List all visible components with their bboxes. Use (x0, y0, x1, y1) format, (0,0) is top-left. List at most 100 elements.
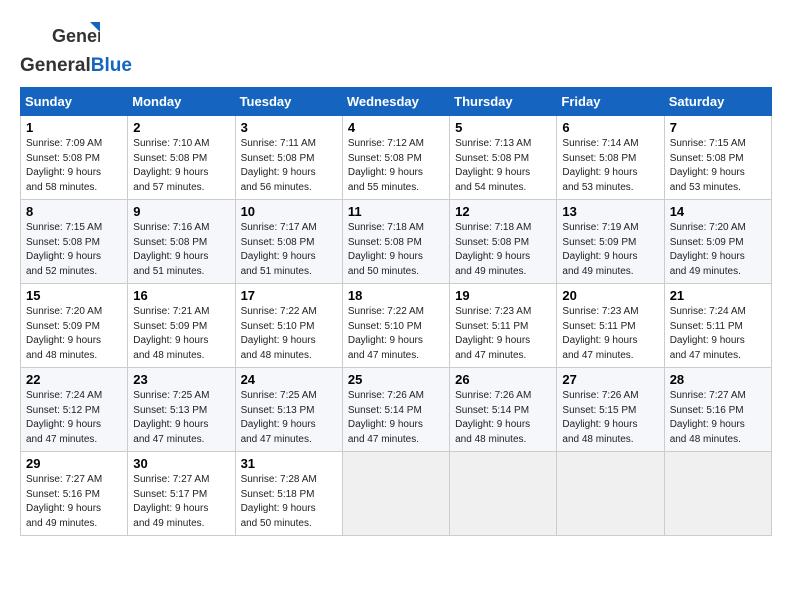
calendar-cell: 21 Sunrise: 7:24 AM Sunset: 5:11 PM Dayli… (664, 284, 771, 368)
day-info: Sunrise: 7:22 AM Sunset: 5:10 PM Dayligh… (241, 305, 337, 363)
calendar-cell: 7 Sunrise: 7:15 AM Sunset: 5:08 PM Daylig… (664, 116, 771, 200)
calendar-cell: 1Sunrise: 7:09 AM Sunset: 5:08 PM Daylig… (21, 116, 128, 200)
weekday-header-sunday: Sunday (21, 88, 128, 116)
calendar-header: SundayMondayTuesdayWednesdayThursdayFrid… (21, 88, 772, 116)
day-info: Sunrise: 7:26 AM Sunset: 5:14 PM Dayligh… (348, 389, 444, 447)
calendar-cell (557, 452, 664, 536)
calendar-cell: 27 Sunrise: 7:26 AM Sunset: 5:15 PM Dayli… (557, 368, 664, 452)
day-number: 13 (562, 204, 658, 219)
day-info: Sunrise: 7:18 AM Sunset: 5:08 PM Dayligh… (348, 221, 444, 279)
page-header: General GeneralBlue (20, 20, 772, 77)
calendar-cell: 20 Sunrise: 7:23 AM Sunset: 5:11 PM Dayli… (557, 284, 664, 368)
day-info: Sunrise: 7:15 AM Sunset: 5:08 PM Dayligh… (26, 221, 122, 279)
calendar-week-row: 29 Sunrise: 7:27 AM Sunset: 5:16 PM Dayli… (21, 452, 772, 536)
day-info: Sunrise: 7:10 AM Sunset: 5:08 PM Dayligh… (133, 137, 229, 195)
day-number: 31 (241, 456, 337, 471)
day-info: Sunrise: 7:14 AM Sunset: 5:08 PM Dayligh… (562, 137, 658, 195)
day-info: Sunrise: 7:27 AM Sunset: 5:17 PM Dayligh… (133, 473, 229, 531)
calendar-cell: 18Sunrise: 7:22 AM Sunset: 5:10 PM Dayli… (342, 284, 449, 368)
calendar-cell: 17 Sunrise: 7:22 AM Sunset: 5:10 PM Dayli… (235, 284, 342, 368)
day-info: Sunrise: 7:13 AM Sunset: 5:08 PM Dayligh… (455, 137, 551, 195)
day-info: Sunrise: 7:27 AM Sunset: 5:16 PM Dayligh… (26, 473, 122, 531)
day-info: Sunrise: 7:09 AM Sunset: 5:08 PM Dayligh… (26, 137, 122, 195)
day-info: Sunrise: 7:21 AM Sunset: 5:09 PM Dayligh… (133, 305, 229, 363)
weekday-header-friday: Friday (557, 88, 664, 116)
calendar-cell: 29 Sunrise: 7:27 AM Sunset: 5:16 PM Dayli… (21, 452, 128, 536)
calendar-week-row: 8 Sunrise: 7:15 AM Sunset: 5:08 PM Daylig… (21, 200, 772, 284)
day-info: Sunrise: 7:11 AM Sunset: 5:08 PM Dayligh… (241, 137, 337, 195)
day-number: 11 (348, 204, 444, 219)
day-info: Sunrise: 7:26 AM Sunset: 5:15 PM Dayligh… (562, 389, 658, 447)
calendar-cell: 8 Sunrise: 7:15 AM Sunset: 5:08 PM Daylig… (21, 200, 128, 284)
calendar-cell: 10 Sunrise: 7:17 AM Sunset: 5:08 PM Dayli… (235, 200, 342, 284)
calendar-cell: 19 Sunrise: 7:23 AM Sunset: 5:11 PM Dayli… (450, 284, 557, 368)
day-info: Sunrise: 7:24 AM Sunset: 5:11 PM Dayligh… (670, 305, 766, 363)
day-number: 3 (241, 120, 337, 135)
day-number: 28 (670, 372, 766, 387)
calendar-week-row: 15Sunrise: 7:20 AM Sunset: 5:09 PM Dayli… (21, 284, 772, 368)
weekday-header-tuesday: Tuesday (235, 88, 342, 116)
day-number: 4 (348, 120, 444, 135)
day-number: 2 (133, 120, 229, 135)
calendar-cell: 23Sunrise: 7:25 AM Sunset: 5:13 PM Dayli… (128, 368, 235, 452)
weekday-header-monday: Monday (128, 88, 235, 116)
calendar-cell: 4Sunrise: 7:12 AM Sunset: 5:08 PM Daylig… (342, 116, 449, 200)
day-number: 19 (455, 288, 551, 303)
weekday-header-row: SundayMondayTuesdayWednesdayThursdayFrid… (21, 88, 772, 116)
calendar-cell: 5 Sunrise: 7:13 AM Sunset: 5:08 PM Daylig… (450, 116, 557, 200)
day-number: 8 (26, 204, 122, 219)
day-number: 26 (455, 372, 551, 387)
day-info: Sunrise: 7:26 AM Sunset: 5:14 PM Dayligh… (455, 389, 551, 447)
day-info: Sunrise: 7:20 AM Sunset: 5:09 PM Dayligh… (670, 221, 766, 279)
day-number: 12 (455, 204, 551, 219)
day-number: 5 (455, 120, 551, 135)
calendar-cell (342, 452, 449, 536)
day-number: 21 (670, 288, 766, 303)
calendar-week-row: 22Sunrise: 7:24 AM Sunset: 5:12 PM Dayli… (21, 368, 772, 452)
day-info: Sunrise: 7:23 AM Sunset: 5:11 PM Dayligh… (455, 305, 551, 363)
day-info: Sunrise: 7:25 AM Sunset: 5:13 PM Dayligh… (241, 389, 337, 447)
calendar-cell: 22Sunrise: 7:24 AM Sunset: 5:12 PM Dayli… (21, 368, 128, 452)
day-number: 23 (133, 372, 229, 387)
day-number: 7 (670, 120, 766, 135)
calendar-cell: 13Sunrise: 7:19 AM Sunset: 5:09 PM Dayli… (557, 200, 664, 284)
svg-text:General: General (52, 26, 100, 46)
calendar-cell: 3 Sunrise: 7:11 AM Sunset: 5:08 PM Daylig… (235, 116, 342, 200)
calendar-cell: 31 Sunrise: 7:28 AM Sunset: 5:18 PM Dayli… (235, 452, 342, 536)
day-number: 20 (562, 288, 658, 303)
calendar-week-row: 1Sunrise: 7:09 AM Sunset: 5:08 PM Daylig… (21, 116, 772, 200)
day-number: 17 (241, 288, 337, 303)
day-info: Sunrise: 7:28 AM Sunset: 5:18 PM Dayligh… (241, 473, 337, 531)
day-info: Sunrise: 7:17 AM Sunset: 5:08 PM Dayligh… (241, 221, 337, 279)
calendar-body: 1Sunrise: 7:09 AM Sunset: 5:08 PM Daylig… (21, 116, 772, 536)
weekday-header-saturday: Saturday (664, 88, 771, 116)
day-info: Sunrise: 7:16 AM Sunset: 5:08 PM Dayligh… (133, 221, 229, 279)
day-number: 18 (348, 288, 444, 303)
day-number: 10 (241, 204, 337, 219)
calendar-cell: 24 Sunrise: 7:25 AM Sunset: 5:13 PM Dayli… (235, 368, 342, 452)
day-info: Sunrise: 7:24 AM Sunset: 5:12 PM Dayligh… (26, 389, 122, 447)
day-number: 29 (26, 456, 122, 471)
calendar-cell: 6 Sunrise: 7:14 AM Sunset: 5:08 PM Daylig… (557, 116, 664, 200)
day-info: Sunrise: 7:15 AM Sunset: 5:08 PM Dayligh… (670, 137, 766, 195)
calendar-cell: 14 Sunrise: 7:20 AM Sunset: 5:09 PM Dayli… (664, 200, 771, 284)
calendar-cell: 15Sunrise: 7:20 AM Sunset: 5:09 PM Dayli… (21, 284, 128, 368)
calendar-cell: 30 Sunrise: 7:27 AM Sunset: 5:17 PM Dayli… (128, 452, 235, 536)
weekday-header-wednesday: Wednesday (342, 88, 449, 116)
calendar-cell: 9Sunrise: 7:16 AM Sunset: 5:08 PM Daylig… (128, 200, 235, 284)
day-number: 24 (241, 372, 337, 387)
day-number: 14 (670, 204, 766, 219)
day-number: 27 (562, 372, 658, 387)
calendar-cell: 16Sunrise: 7:21 AM Sunset: 5:09 PM Dayli… (128, 284, 235, 368)
day-info: Sunrise: 7:23 AM Sunset: 5:11 PM Dayligh… (562, 305, 658, 363)
day-number: 30 (133, 456, 229, 471)
logo-icon: General (52, 20, 100, 58)
day-info: Sunrise: 7:18 AM Sunset: 5:08 PM Dayligh… (455, 221, 551, 279)
calendar-cell: 11 Sunrise: 7:18 AM Sunset: 5:08 PM Dayli… (342, 200, 449, 284)
day-info: Sunrise: 7:20 AM Sunset: 5:09 PM Dayligh… (26, 305, 122, 363)
day-number: 6 (562, 120, 658, 135)
calendar-cell: 28 Sunrise: 7:27 AM Sunset: 5:16 PM Dayli… (664, 368, 771, 452)
calendar-cell: 25Sunrise: 7:26 AM Sunset: 5:14 PM Dayli… (342, 368, 449, 452)
day-info: Sunrise: 7:27 AM Sunset: 5:16 PM Dayligh… (670, 389, 766, 447)
calendar-cell (450, 452, 557, 536)
